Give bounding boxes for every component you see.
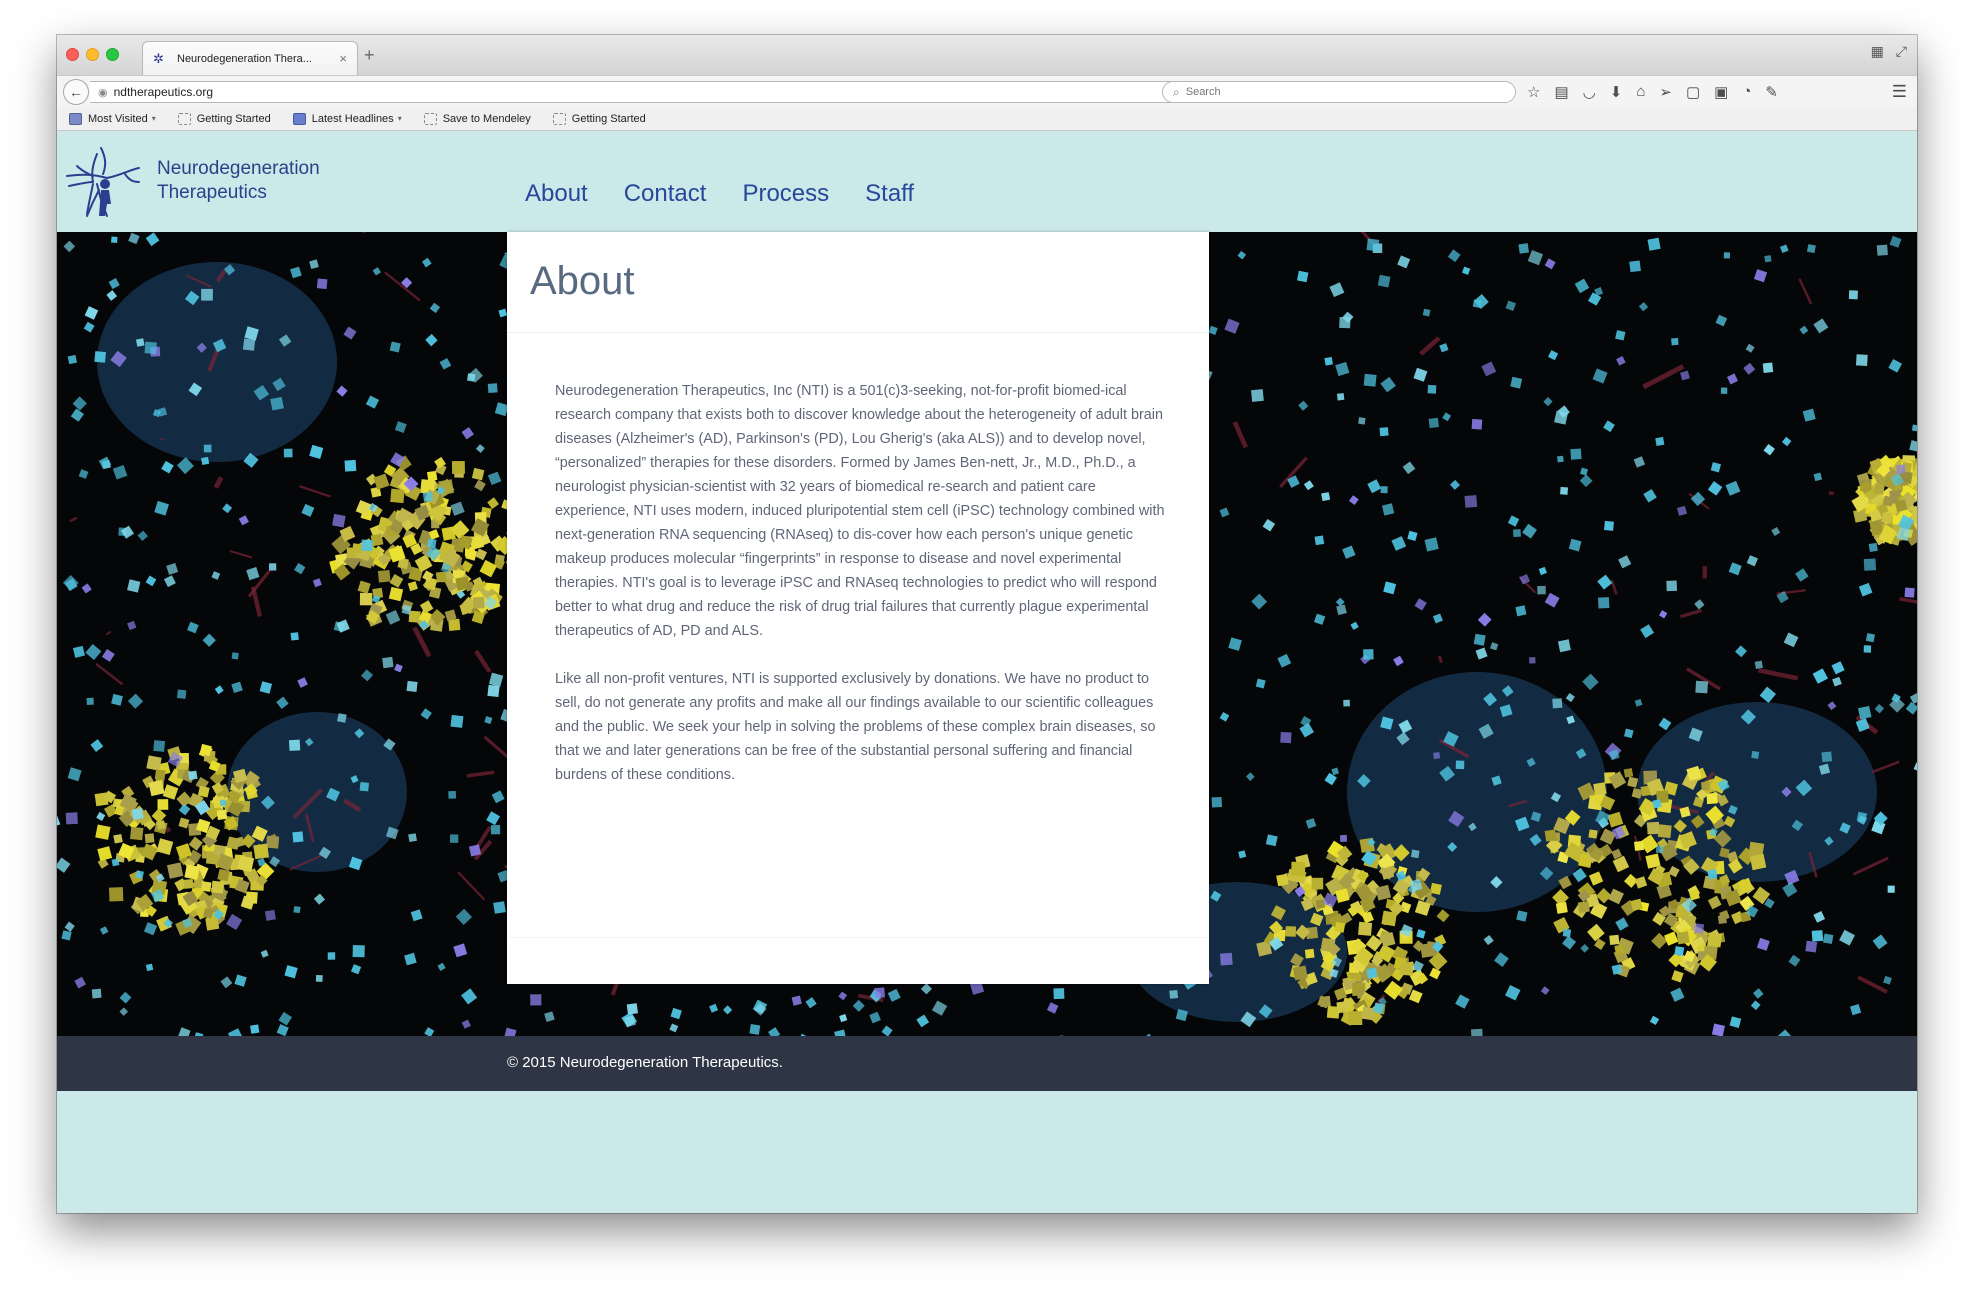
minimize-window-button[interactable] [86, 48, 99, 61]
pocket-icon[interactable]: ◡ [1583, 83, 1596, 101]
globe-icon: ◉ [98, 86, 108, 99]
toolbar-icons: ☆ ▤ ◡ ⬇ ⌂ ➢ ▢ ▣ ◔ ✎ [1527, 83, 1778, 101]
tabstrip-controls: ▦ ⤢ [1871, 43, 1907, 60]
main-nav: About Contact Process Staff [525, 180, 914, 208]
bookmark-star-icon[interactable]: ☆ [1527, 83, 1540, 101]
bookmark-save-to-mendeley[interactable]: Save to Mendeley [423, 112, 531, 125]
tab-title: Neurodegeneration Thera... [177, 52, 312, 65]
card-body: Neurodegeneration Therapeutics, Inc (NTI… [555, 379, 1165, 811]
extension-icon[interactable]: ✎ [1765, 83, 1778, 101]
logo-line-2: Therapeutics [157, 182, 267, 203]
site-footer: © 2015 Neurodegeneration Therapeutics. [57, 1036, 1917, 1091]
nav-contact[interactable]: Contact [624, 180, 707, 208]
browser-tab[interactable]: ✲ Neurodegeneration Thera... × [142, 41, 358, 75]
caret-down-icon: ▾ [397, 114, 402, 123]
url-text[interactable]: ndtherapeutics.org [114, 85, 1175, 99]
navigation-bar: ← ◉ ndtherapeutics.org ▽ ↻ ⌕ ☆ ▤ ◡ ⬇ ⌂ ➢… [57, 75, 1917, 107]
new-tab-button[interactable]: + [364, 45, 375, 66]
logo-line-1: Neurodegeneration [157, 158, 320, 179]
tab-close-icon[interactable]: × [339, 51, 347, 66]
page-icon [423, 112, 437, 125]
caret-down-icon: ▾ [151, 114, 156, 123]
zoom-window-button[interactable] [106, 48, 119, 61]
bookmarks-bar: Most Visited ▾ Getting Started Latest He… [57, 107, 1917, 131]
footer-copyright: © 2015 Neurodegeneration Therapeutics. [507, 1054, 783, 1071]
home-icon[interactable]: ⌂ [1636, 83, 1645, 101]
address-bar[interactable]: ◉ ndtherapeutics.org ▽ ↻ [90, 81, 1208, 103]
bookmark-getting-started[interactable]: Getting Started [177, 112, 271, 125]
tab-strip: ✲ Neurodegeneration Thera... × + ▦ ⤢ [57, 35, 1917, 75]
nav-process[interactable]: Process [742, 180, 829, 208]
bookmark-getting-started-2[interactable]: Getting Started [552, 112, 646, 125]
bookmark-most-visited[interactable]: Most Visited ▾ [69, 112, 156, 125]
about-paragraph-2: Like all non-profit ventures, NTI is sup… [555, 671, 1156, 783]
card-divider-bottom [507, 937, 1209, 938]
web-page: Neurodegeneration Therapeutics About Con… [57, 132, 1917, 1213]
back-arrow-icon[interactable]: ← [63, 79, 89, 105]
logo-neuron-figure-icon[interactable] [63, 144, 143, 220]
send-icon[interactable]: ➢ [1659, 83, 1672, 101]
screenshot-icon[interactable]: ▢ [1686, 83, 1700, 101]
bookmark-latest-headlines[interactable]: Latest Headlines ▾ [292, 112, 402, 125]
hamburger-menu-icon[interactable]: ☰ [1892, 82, 1907, 102]
site-header: Neurodegeneration Therapeutics About Con… [57, 132, 1917, 232]
page-icon [177, 112, 191, 125]
site-logo-text[interactable]: Neurodegeneration Therapeutics [157, 157, 320, 205]
search-input[interactable] [1185, 86, 1515, 98]
page-title: About [530, 259, 635, 303]
rss-icon [292, 112, 306, 125]
fullscreen-icon[interactable]: ⤢ [1896, 43, 1907, 60]
close-window-button[interactable] [66, 48, 79, 61]
chat-icon[interactable]: ◔ [1742, 83, 1751, 101]
search-bar[interactable]: ⌕ [1162, 81, 1516, 103]
about-paragraph-1: Neurodegeneration Therapeutics, Inc (NTI… [555, 383, 1165, 639]
search-icon: ⌕ [1173, 84, 1180, 99]
tab-groups-icon[interactable]: ▦ [1871, 43, 1884, 60]
download-icon[interactable]: ⬇ [1610, 83, 1623, 101]
page-icon [552, 112, 566, 125]
reading-list-icon[interactable]: ▤ [1554, 83, 1568, 101]
nav-staff[interactable]: Staff [865, 180, 914, 208]
folder-icon [69, 112, 82, 125]
browser-window: ✲ Neurodegeneration Thera... × + ▦ ⤢ ← ◉… [57, 35, 1917, 1213]
about-card: About Neurodegeneration Therapeutics, In… [507, 232, 1209, 984]
pdf-icon[interactable]: ▣ [1714, 83, 1728, 101]
site-favicon-icon: ✲ [153, 50, 164, 66]
card-divider [507, 332, 1209, 333]
nav-about[interactable]: About [525, 180, 588, 208]
